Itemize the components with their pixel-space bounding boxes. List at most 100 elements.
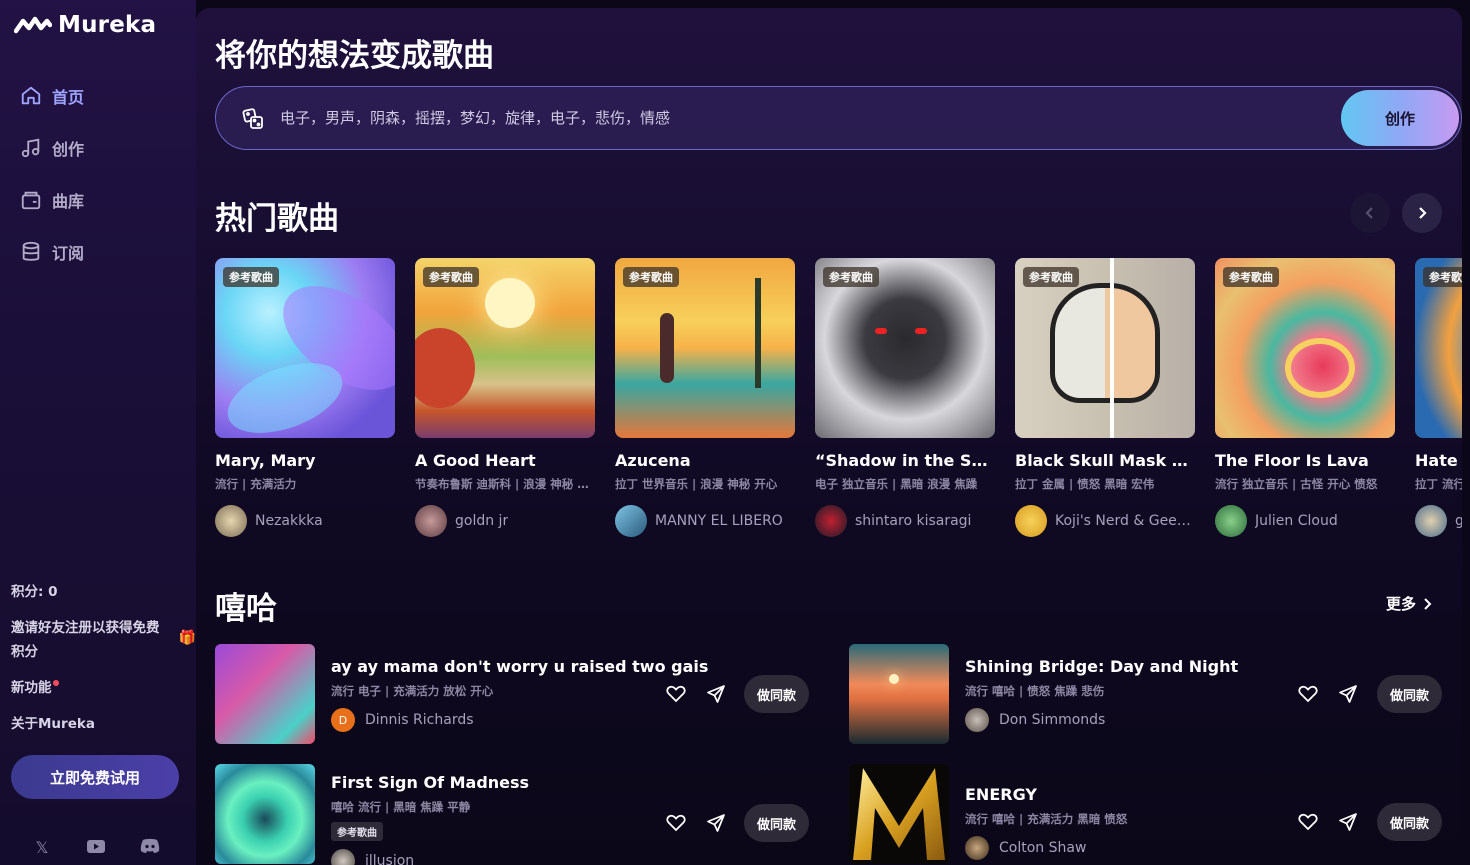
main-content: 将你的想法变成歌曲 电子，男声，阴森，摇摆，梦幻，旋律，电子，悲伤，情感 创作 … (196, 8, 1462, 865)
app-name: Mureka (58, 12, 157, 38)
song-title[interactable]: “Shadow in the Shadows” (815, 451, 995, 470)
song-title[interactable]: The Floor Is Lava (1215, 451, 1395, 470)
song-thumbnail[interactable] (849, 764, 949, 864)
reference-tag: 参考歌曲 (823, 267, 879, 287)
song-card[interactable]: 参考歌曲 Hate You 拉丁 流行 g (1415, 258, 1462, 537)
notification-dot (52, 680, 59, 686)
list-item[interactable]: ay ay mama don't worry u raised two gais… (215, 644, 815, 744)
make-similar-button[interactable]: 做同款 (744, 804, 809, 842)
author-name: Colton Shaw (999, 840, 1087, 856)
song-title[interactable]: A Good Heart (415, 451, 595, 470)
song-author[interactable]: shintaro kisaragi (815, 505, 995, 537)
dice-icon[interactable] (242, 108, 264, 130)
song-card[interactable]: 参考歌曲 The Floor Is Lava 流行 独立音乐 | 古怪 开心 愤… (1215, 258, 1395, 537)
prompt-text[interactable]: 电子，男声，阴森，摇摆，梦幻，旋律，电子，悲伤，情感 (280, 107, 670, 128)
song-cover[interactable]: 参考歌曲 (215, 258, 395, 438)
song-author[interactable]: illusion (331, 849, 414, 865)
like-button[interactable] (664, 811, 688, 835)
more-link[interactable]: 更多 (1386, 593, 1432, 614)
create-button[interactable]: 创作 (1341, 90, 1459, 146)
reference-tag: 参考歌曲 (1223, 267, 1279, 287)
song-author[interactable]: Julien Cloud (1215, 505, 1395, 537)
sidebar-item-label: 创作 (52, 140, 85, 159)
new-features-link[interactable]: 新功能 (11, 676, 196, 700)
sidebar-item-home[interactable]: 首页 (20, 82, 84, 110)
song-genre: 电子 独立音乐 | 黑暗 浪漫 焦躁 (815, 477, 978, 491)
song-card[interactable]: 参考歌曲 Black Skull Mask THE HERO 拉丁 金属 | 愤… (1015, 258, 1195, 537)
list-item[interactable]: ENERGY 流行 嘻哈 | 充满活力 黑暗 愤怒 Colton Shaw 做同… (849, 764, 1449, 864)
song-title[interactable]: Hate You (1415, 451, 1462, 470)
song-thumbnail[interactable] (849, 644, 949, 744)
song-author[interactable]: Koji's Nerd & Geek Shop (1015, 505, 1195, 537)
list-item[interactable]: Shining Bridge: Day and Night 流行 嘻哈 | 愤怒… (849, 644, 1449, 744)
sidebar-item-library[interactable]: 曲库 (20, 186, 84, 214)
song-author[interactable]: Nezakkka (215, 505, 395, 537)
hot-songs-carousel: 参考歌曲 Mary, Mary 流行 | 充满活力 Nezakkka 参考歌曲 … (215, 258, 1462, 548)
song-author[interactable]: goldn jr (415, 505, 595, 537)
discord-icon[interactable] (140, 838, 160, 857)
song-genre: 流行 电子 | 充满活力 放松 开心 (331, 684, 494, 698)
song-author[interactable]: MANNY EL LIBERO (615, 505, 795, 537)
youtube-icon[interactable] (86, 838, 106, 857)
try-free-button[interactable]: 立即免费试用 (11, 755, 179, 799)
sidebar-item-create[interactable]: 创作 (20, 134, 84, 162)
about-link[interactable]: 关于Mureka (11, 712, 196, 736)
avatar (1015, 505, 1047, 537)
music-note-icon (21, 138, 40, 158)
song-author[interactable]: g (1415, 505, 1462, 537)
song-card[interactable]: 参考歌曲 Mary, Mary 流行 | 充满活力 Nezakkka (215, 258, 395, 537)
make-similar-button[interactable]: 做同款 (1377, 803, 1442, 841)
song-title[interactable]: Mary, Mary (215, 451, 395, 470)
song-title[interactable]: ENERGY (965, 785, 1037, 804)
author-name: Julien Cloud (1255, 513, 1338, 529)
song-title[interactable]: Shining Bridge: Day and Night (965, 657, 1238, 676)
mureka-logo-icon (14, 16, 52, 34)
prompt-input[interactable]: 电子，男声，阴森，摇摆，梦幻，旋律，电子，悲伤，情感 创作 (215, 86, 1462, 150)
share-button[interactable] (704, 682, 728, 706)
sidebar-item-subscribe[interactable]: 订阅 (20, 238, 84, 266)
sidebar-nav: 首页 创作 曲库 订阅 (20, 82, 84, 290)
song-title[interactable]: Black Skull Mask THE HERO (1015, 451, 1195, 470)
song-thumbnail[interactable] (215, 764, 315, 864)
avatar (965, 836, 989, 860)
share-button[interactable] (704, 811, 728, 835)
song-cover[interactable]: 参考歌曲 (815, 258, 995, 438)
carousel-next-button[interactable] (1402, 193, 1442, 233)
hiphop-title: 嘻哈 (215, 591, 277, 627)
like-button[interactable] (1296, 682, 1320, 706)
song-genre: 拉丁 世界音乐 | 浪漫 神秘 开心 (615, 477, 778, 491)
avatar (331, 849, 355, 865)
song-cover[interactable]: 参考歌曲 (615, 258, 795, 438)
song-author[interactable]: D Dinnis Richards (331, 708, 474, 732)
song-author[interactable]: Don Simmonds (965, 708, 1105, 732)
new-features-label: 新功能 (11, 680, 52, 696)
song-cover[interactable]: 参考歌曲 (1015, 258, 1195, 438)
song-card[interactable]: 参考歌曲 Azucena 拉丁 世界音乐 | 浪漫 神秘 开心 MANNY EL… (615, 258, 795, 537)
x-icon[interactable]: 𝕏 (32, 838, 52, 857)
carousel-prev-button[interactable] (1350, 193, 1390, 233)
song-title[interactable]: Azucena (615, 451, 795, 470)
song-author[interactable]: Colton Shaw (965, 836, 1086, 860)
song-thumbnail[interactable] (215, 644, 315, 744)
song-genre: 拉丁 金属 | 愤怒 黑暗 宏伟 (1015, 477, 1155, 491)
song-title[interactable]: ay ay mama don't worry u raised two gais (331, 657, 708, 676)
avatar (965, 708, 989, 732)
song-cover[interactable]: 参考歌曲 (415, 258, 595, 438)
make-similar-button[interactable]: 做同款 (1377, 675, 1442, 713)
song-cover[interactable]: 参考歌曲 (1215, 258, 1395, 438)
song-title[interactable]: First Sign Of Madness (331, 773, 529, 792)
list-item[interactable]: First Sign Of Madness 嘻哈 流行 | 黑暗 焦躁 平静 参… (215, 764, 815, 865)
song-card[interactable]: 参考歌曲 “Shadow in the Shadows” 电子 独立音乐 | 黑… (815, 258, 995, 537)
song-genre: 流行 | 充满活力 (215, 477, 297, 491)
song-card[interactable]: 参考歌曲 A Good Heart 节奏布鲁斯 迪斯科 | 浪漫 神秘 开心 g… (415, 258, 595, 537)
song-cover[interactable]: 参考歌曲 (1415, 258, 1462, 438)
send-icon (707, 814, 725, 832)
share-button[interactable] (1336, 682, 1360, 706)
share-button[interactable] (1336, 810, 1360, 834)
heart-icon (1298, 813, 1318, 831)
like-button[interactable] (664, 682, 688, 706)
mureka-logo[interactable]: Mureka (14, 12, 156, 38)
invite-link[interactable]: 邀请好友注册以获得免费积分 (11, 616, 171, 664)
like-button[interactable] (1296, 810, 1320, 834)
make-similar-button[interactable]: 做同款 (744, 675, 809, 713)
